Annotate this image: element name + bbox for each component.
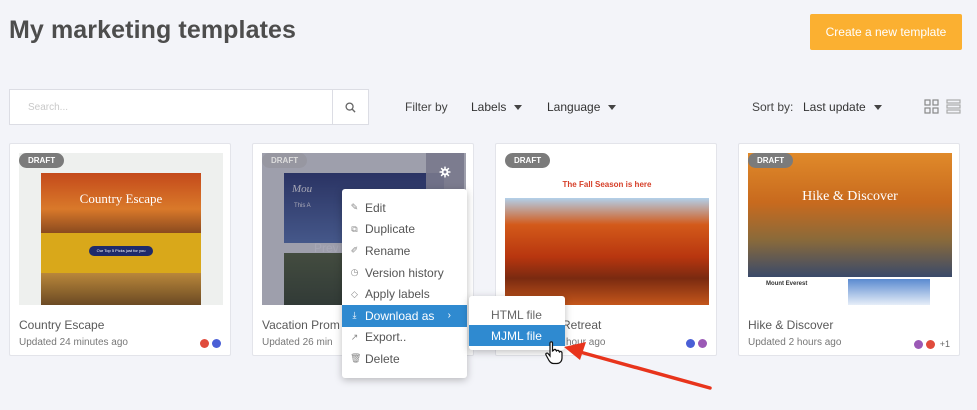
chevron-right-icon: › [447,310,451,322]
labels-dropdown[interactable]: Labels [471,100,523,114]
sort-by-label: Sort by: [752,100,794,114]
export-icon: ↗ [350,331,359,342]
label-dot [212,339,221,348]
menu-item-label: Apply labels [365,287,430,302]
submenu-item-html[interactable]: HTML file [469,304,565,325]
language-dropdown-label: Language [547,100,601,114]
chevron-down-icon [608,104,617,110]
menu-item-version-history[interactable]: ◷ Version history [342,262,467,284]
chevron-down-icon [514,104,523,110]
menu-item-label: Edit [365,200,386,215]
menu-item-label: Rename [365,243,411,258]
sort-dropdown[interactable]: Last update [803,100,882,114]
status-badge: DRAFT [262,153,308,168]
menu-item-duplicate[interactable]: ⧉ Duplicate [342,219,467,241]
menu-item-label: Version history [365,265,444,280]
template-thumbnail: Country Escape Our Top 5 Picks just for … [19,153,223,305]
page-title: My marketing templates [9,16,297,44]
menu-item-label: Duplicate [365,222,416,237]
menu-item-delete[interactable]: 🗑 Delete [342,348,467,370]
copy-icon: ⧉ [351,223,358,234]
template-card[interactable]: Hike & Discover Mount Everest DRAFT Hike… [738,143,960,356]
labels-dropdown-label: Labels [471,100,507,114]
thumbnail-subtitle: Mount Everest [766,281,808,287]
thumbnail-cta: Our Top 5 Picks just for you [89,246,153,256]
history-icon: ◷ [350,267,359,278]
card-title: Country Escape [19,318,105,332]
hand-cursor-icon [545,341,563,365]
menu-item-edit[interactable]: ✎ Edit [342,197,467,219]
card-settings-button[interactable] [426,153,464,191]
context-menu: ✎ Edit ⧉ Duplicate ✐ Rename ◷ Version histor… [342,189,467,378]
list-view-icon[interactable] [946,99,961,114]
search-box [9,89,369,125]
card-title: Vacation Prom [262,318,340,332]
label-dot [200,339,209,348]
create-template-button[interactable]: Create a new template [810,14,962,50]
filter-by-label: Filter by [405,100,448,114]
label-dots [200,339,221,348]
extra-labels-count: +1 [939,339,950,349]
rename-icon: ✐ [350,245,359,256]
menu-item-download-as[interactable]: ⤓ Download as › [342,304,467,327]
card-updated: Updated 24 minutes ago [19,337,128,348]
menu-item-label: Download as [365,308,435,323]
template-thumbnail: The Fall Season is here [505,153,709,305]
label-dot [913,339,923,349]
thumbnail-heading: Hike & Discover [802,189,898,204]
download-icon: ⤓ [352,310,357,321]
template-card[interactable]: Country Escape Our Top 5 Picks just for … [9,143,231,356]
card-title: Hike & Discover [748,318,834,332]
menu-item-label: Export.. [365,330,407,345]
trash-icon: 🗑 [350,353,362,364]
menu-item-label: Delete [365,351,400,366]
search-icon [345,101,356,113]
status-badge: DRAFT [19,153,65,168]
grid-view-icon[interactable] [924,99,939,114]
thumbnail-heading: Country Escape [79,191,163,206]
status-badge: DRAFT [748,153,794,168]
search-button[interactable] [332,90,368,124]
annotation-arrow [564,342,712,390]
label-dots: +1 [913,339,950,349]
card-updated: Updated 26 min [262,337,333,348]
language-dropdown[interactable]: Language [547,100,617,114]
thumbnail-heading: The Fall Season is here [562,180,652,189]
tag-icon: ◇ [351,288,358,299]
menu-item-apply-labels[interactable]: ◇ Apply labels [342,283,467,305]
sort-dropdown-label: Last update [803,100,866,114]
gear-icon [439,166,451,178]
pencil-icon: ✎ [350,202,359,213]
card-updated: Updated 2 hours ago [748,337,842,348]
label-dot [925,339,935,349]
template-thumbnail: Hike & Discover Mount Everest [748,153,952,305]
status-badge: DRAFT [505,153,551,168]
menu-item-export[interactable]: ↗ Export.. [342,327,467,349]
search-input[interactable] [10,90,332,124]
menu-item-rename[interactable]: ✐ Rename [342,240,467,262]
chevron-down-icon [873,104,882,110]
